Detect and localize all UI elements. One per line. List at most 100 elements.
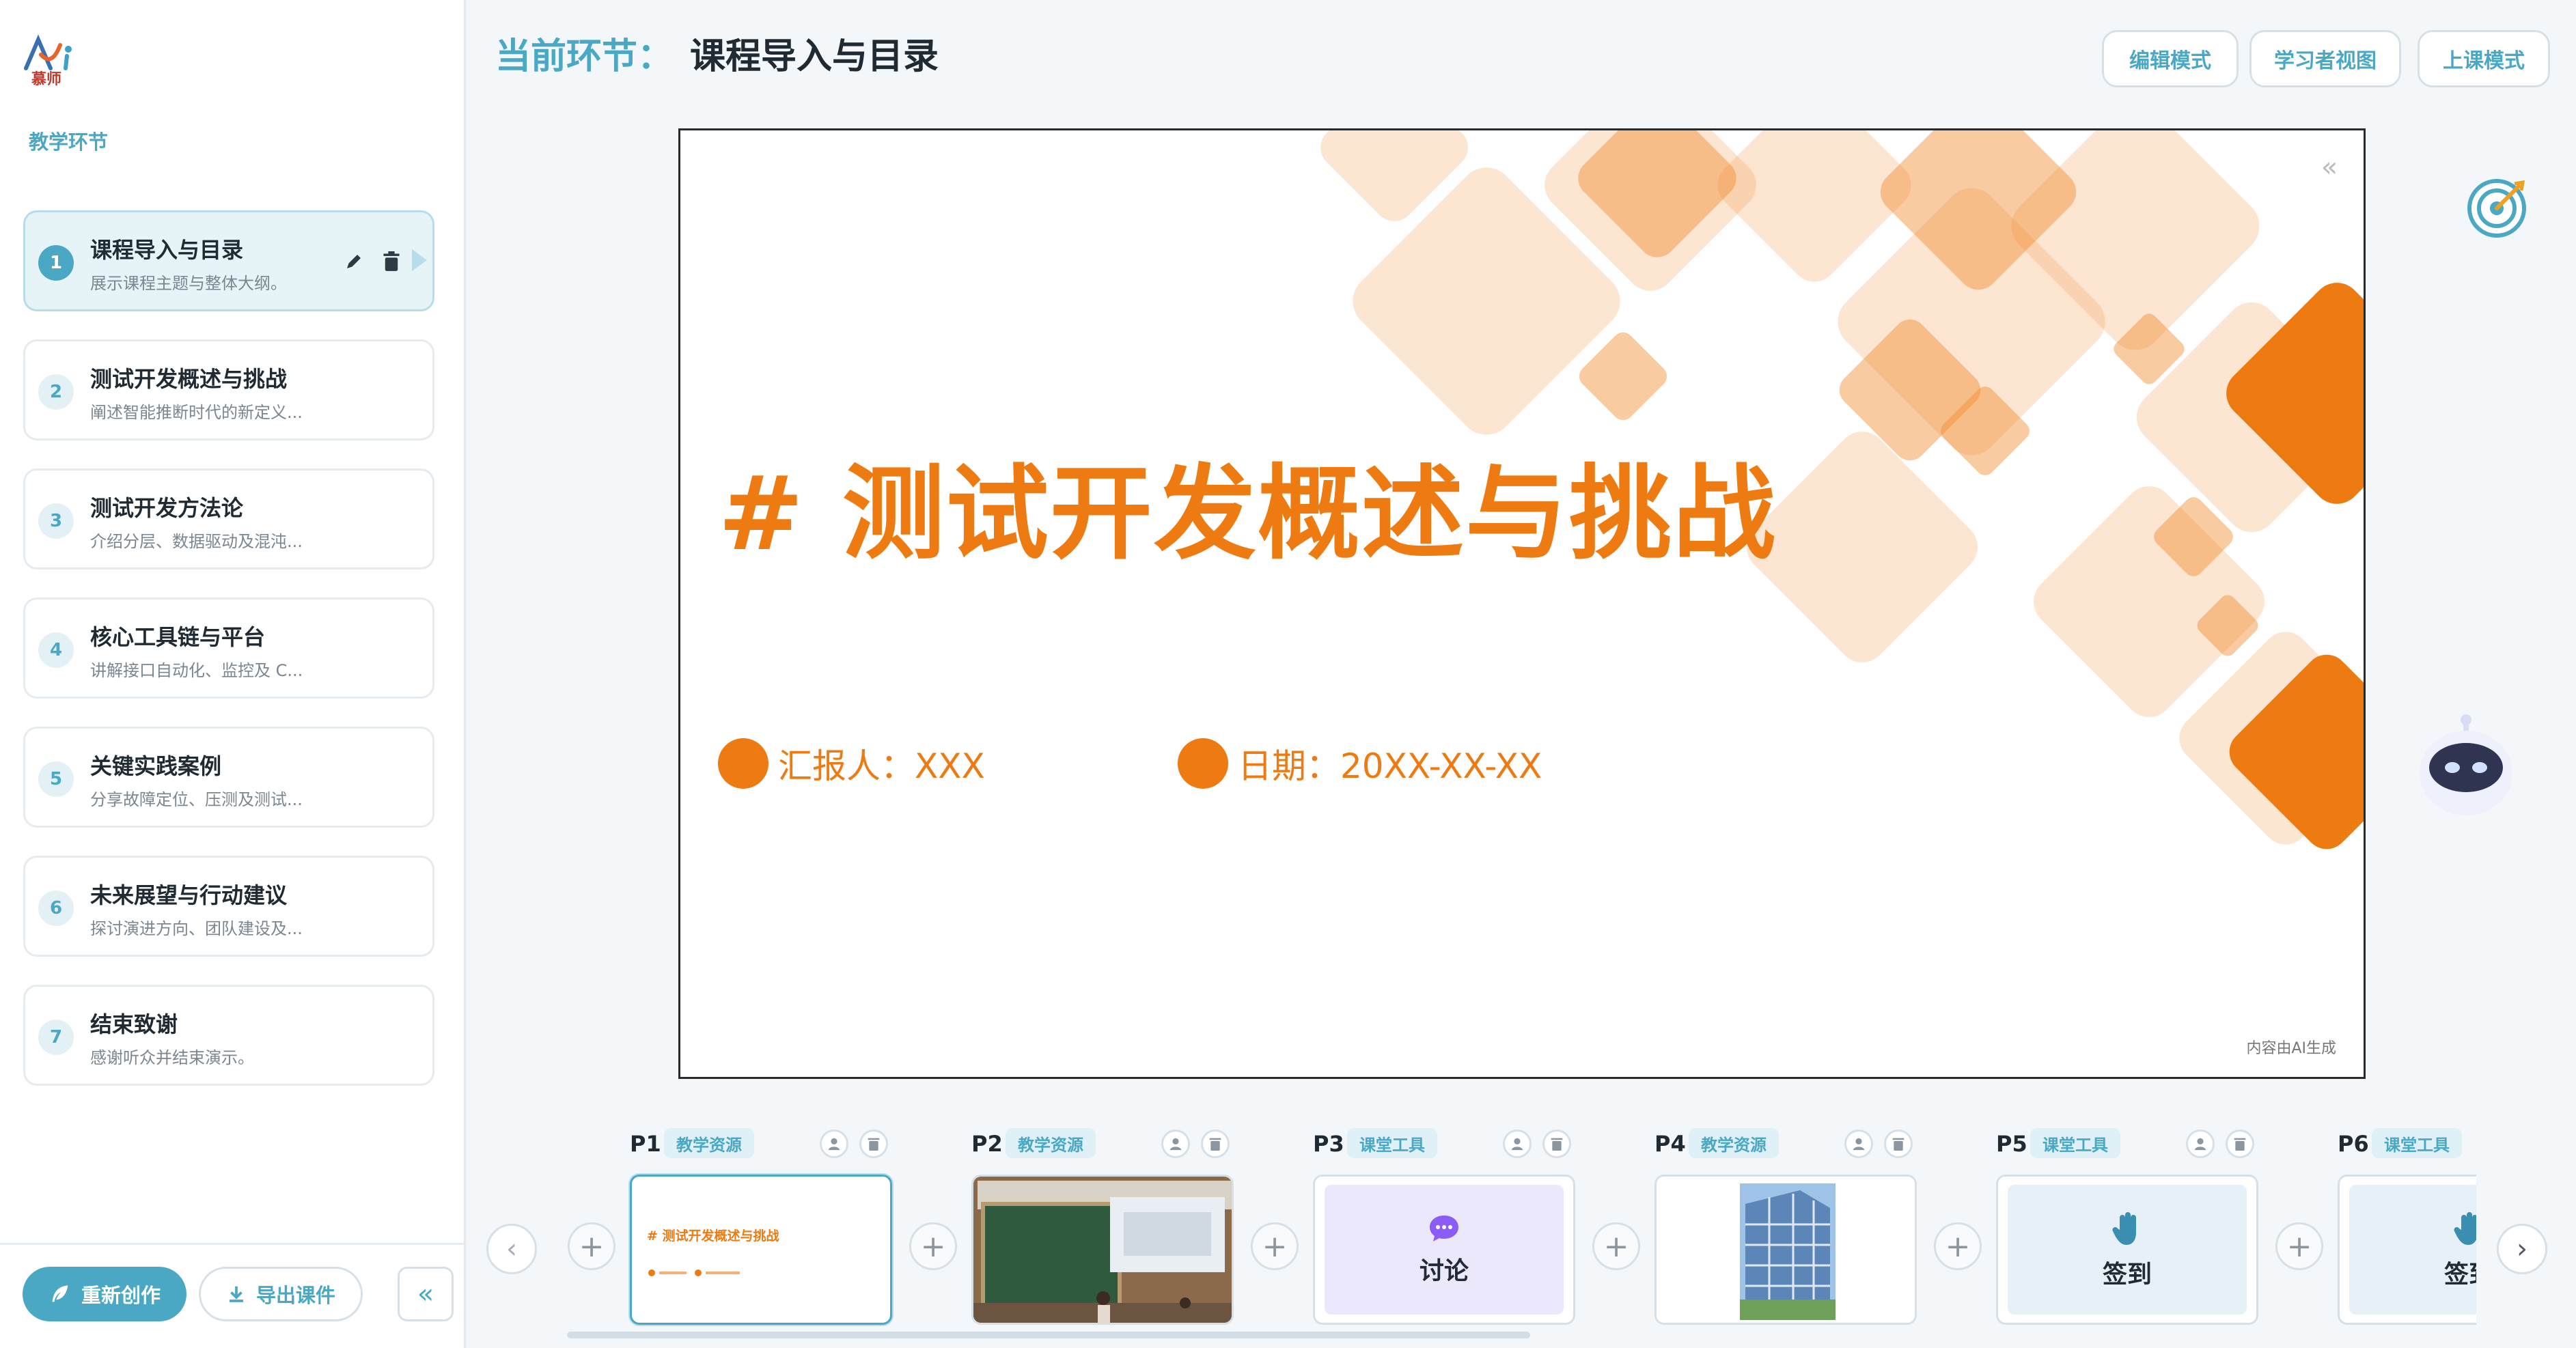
add-page-button[interactable]: + (2275, 1222, 2323, 1270)
target-icon[interactable] (2463, 174, 2531, 242)
step-number: 7 (38, 1020, 74, 1055)
page-card[interactable]: + P6 课堂工具 签到 (2268, 1120, 2476, 1348)
step-title: 核心工具链与平台 (90, 624, 266, 650)
thumb-line (659, 1272, 687, 1274)
step-desc: 展示课程主题与整体大纲。 (90, 274, 287, 293)
class-mode-button[interactable]: 上课模式 (2418, 30, 2550, 87)
date-text: 日期：20XX-XX-XX (1238, 746, 1542, 786)
page-card[interactable]: + P5 课堂工具 签到 (1926, 1120, 2268, 1348)
tool-label: 签到 (2102, 1261, 2152, 1289)
chat-bubble-icon (1430, 1216, 1458, 1241)
add-page-button[interactable]: + (909, 1222, 957, 1270)
page-tag: 教学资源 (1006, 1128, 1096, 1158)
ai-generated-note: 内容由AI生成 (2246, 1040, 2336, 1057)
user-icon[interactable] (2186, 1129, 2215, 1158)
step-number: 3 (38, 503, 74, 539)
page-title: 课程导入与目录 (690, 36, 939, 77)
step-number: 1 (38, 245, 74, 281)
feather-icon (52, 1285, 68, 1302)
page-label: P6 (2338, 1131, 2369, 1157)
step-item[interactable]: 3 测试开发方法论 介绍分层、数据驱动及混沌... (23, 468, 434, 570)
collapse-sidebar-button[interactable]: « (398, 1267, 454, 1321)
page-card[interactable]: + P1 教学资源 # 测试开发概述与挑战 (560, 1120, 902, 1348)
edit-icon[interactable] (340, 248, 368, 275)
step-item[interactable]: 1 课程导入与目录 展示课程主题与整体大纲。 (23, 210, 434, 311)
slide-collapse-button[interactable]: « (2308, 145, 2351, 189)
page-tag: 教学资源 (1689, 1128, 1779, 1158)
slide-title: # 测试开发概述与挑战 (718, 455, 1777, 574)
step-desc: 讲解接口自动化、监控及 C... (90, 661, 303, 680)
page-card[interactable]: + P3 课堂工具 讨论 (1243, 1120, 1585, 1348)
brand-text: 慕师 (31, 71, 62, 88)
step-item[interactable]: 2 测试开发概述与挑战 阐述智能推断时代的新定义... (23, 339, 434, 440)
page-thumbnail[interactable] (971, 1175, 1234, 1325)
delete-icon[interactable] (2226, 1129, 2254, 1158)
slide-canvas[interactable]: « # 测试开发概述与挑战 汇报人：XXX 日期：20XX-XX-XX 内容由A… (678, 128, 2366, 1079)
step-item[interactable]: 6 未来展望与行动建议 探讨演进方向、团队建设及... (23, 856, 434, 957)
step-title: 未来展望与行动建议 (90, 882, 288, 908)
add-page-button[interactable]: + (568, 1222, 615, 1270)
tool-label: 讨论 (1419, 1257, 1469, 1285)
page-tag: 课堂工具 (2030, 1128, 2120, 1158)
checkin-tool: 签到 (2349, 1185, 2476, 1315)
add-page-button[interactable]: + (1592, 1222, 1640, 1270)
export-label: 导出课件 (255, 1284, 335, 1307)
page-card[interactable]: + P4 教学资源 (1585, 1120, 1926, 1348)
bullet-dot-icon (718, 738, 768, 789)
thumb-title: # 测试开发概述与挑战 (647, 1228, 779, 1244)
bullet-dot-icon (648, 1269, 655, 1276)
step-title: 测试开发方法论 (90, 495, 244, 521)
step-title: 测试开发概述与挑战 (90, 366, 288, 392)
page-thumbnail[interactable]: # 测试开发概述与挑战 (630, 1175, 892, 1325)
delete-icon[interactable] (1542, 1129, 1571, 1158)
step-number: 2 (38, 374, 74, 410)
building-photo (1657, 1177, 1915, 1323)
delete-icon[interactable] (378, 248, 405, 275)
page-thumbnail[interactable]: 签到 (1996, 1175, 2258, 1325)
step-item[interactable]: 5 关键实践案例 分享故障定位、压测及测试... (23, 727, 434, 828)
bullet-dot-icon (695, 1269, 702, 1276)
page-thumbnail[interactable] (1654, 1175, 1917, 1325)
step-number: 5 (38, 761, 74, 797)
filmstrip-next-button[interactable]: › (2497, 1224, 2547, 1274)
ai-assistant-robot-icon[interactable] (2418, 710, 2514, 819)
page-tag: 课堂工具 (2372, 1128, 2462, 1158)
section-label: 教学环节 (29, 130, 109, 154)
add-page-button[interactable]: + (1251, 1222, 1299, 1270)
export-button[interactable]: 导出课件 (199, 1267, 363, 1321)
step-item[interactable]: 4 核心工具链与平台 讲解接口自动化、监控及 C... (23, 598, 434, 699)
page-thumbnail[interactable]: 讨论 (1313, 1175, 1575, 1325)
page-thumbnail[interactable]: 签到 (2338, 1175, 2476, 1325)
classroom-photo (973, 1177, 1232, 1323)
page-label: P1 (630, 1131, 661, 1157)
delete-icon[interactable] (859, 1129, 888, 1158)
hand-icon (2454, 1212, 2476, 1245)
filmstrip-prev-button[interactable]: ‹ (486, 1224, 537, 1274)
delete-icon[interactable] (1884, 1129, 1913, 1158)
sidebar: 慕师 教学环节 1 课程导入与目录 展示课程主题与整体大纲。 2 测试开发概述与… (0, 0, 466, 1348)
step-desc: 分享故障定位、压测及测试... (90, 790, 303, 809)
tool-label: 签到 (2443, 1261, 2476, 1289)
step-desc: 感谢听众并结束演示。 (90, 1048, 254, 1067)
page-card[interactable]: + P2 教学资源 (902, 1120, 1243, 1348)
download-icon (229, 1286, 243, 1302)
step-desc: 探讨演进方向、团队建设及... (90, 919, 303, 938)
step-item[interactable]: 7 结束致谢 感谢听众并结束演示。 (23, 985, 434, 1086)
user-icon[interactable] (1161, 1129, 1190, 1158)
page-label: P3 (1313, 1131, 1344, 1157)
delete-icon[interactable] (1201, 1129, 1230, 1158)
user-icon[interactable] (1503, 1129, 1532, 1158)
edit-mode-button[interactable]: 编辑模式 (2102, 30, 2239, 87)
page-label: P5 (1996, 1131, 2027, 1157)
filmstrip-scrollbar[interactable] (567, 1332, 1530, 1338)
active-arrow-icon (412, 249, 427, 271)
step-desc: 阐述智能推断时代的新定义... (90, 403, 303, 422)
checkin-tool: 签到 (2008, 1185, 2247, 1315)
date-line: 日期：20XX-XX-XX (1178, 738, 1542, 789)
filmstrip: + P1 教学资源 # 测试开发概述与挑战 + P2 教学资源 + P3 课堂工… (560, 1120, 2476, 1348)
recreate-button[interactable]: 重新创作 (23, 1267, 186, 1321)
user-icon[interactable] (1844, 1129, 1873, 1158)
add-page-button[interactable]: + (1934, 1222, 1982, 1270)
learner-view-button[interactable]: 学习者视图 (2249, 30, 2401, 87)
user-icon[interactable] (820, 1129, 848, 1158)
